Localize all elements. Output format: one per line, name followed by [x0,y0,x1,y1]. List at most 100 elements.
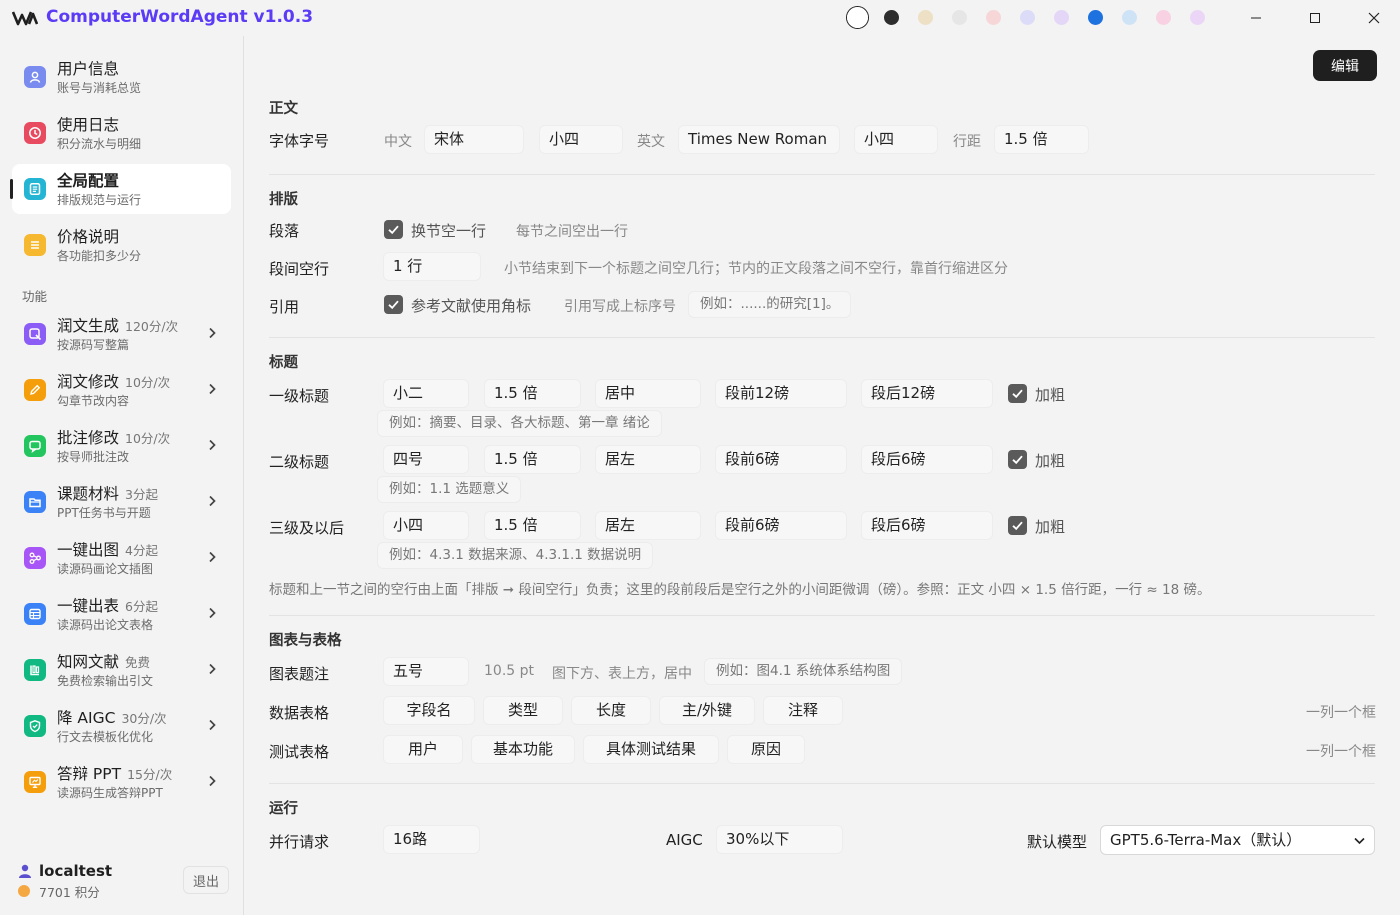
theme-swatch[interactable] [914,6,937,29]
sidebar-item-compose[interactable]: 润文生成 120分/次 按源码写整篇 [12,309,231,359]
heading-bold-checkbox[interactable] [1008,384,1027,403]
heading-size-field[interactable]: 小四 [383,511,469,540]
data-col-length[interactable]: 长度 [571,696,651,725]
data-col-type[interactable]: 类型 [483,696,563,725]
section-blank-label: 换节空一行 [411,222,487,240]
section-blank-checkbox[interactable] [384,220,403,239]
test-col-result[interactable]: 具体测试结果 [583,735,719,764]
table-icon [24,603,46,625]
heading-spacing-field[interactable]: 1.5 倍 [484,511,581,540]
sidebar-item-library[interactable]: 知网文献 免费 免费检索输出引文 [12,645,231,695]
chevron-right-icon [209,495,216,507]
sidebar-item-list[interactable]: 价格说明 各功能扣多少分 [12,220,231,270]
en-font-field[interactable]: Times New Roman [678,125,840,154]
user-points: 7701 积分 [39,885,100,900]
title-bar: ComputerWordAgent v1.0.3 [0,0,1400,36]
theme-swatch[interactable] [846,6,869,29]
zh-font-field[interactable]: 宋体 [424,125,524,154]
chevron-right-icon [209,551,216,563]
theme-swatch[interactable] [880,6,903,29]
heading-bold-checkbox[interactable] [1008,450,1027,469]
zh-size-field[interactable]: 小四 [539,125,623,154]
sidebar-item-title-text: 答辩 PPT [57,765,122,783]
citation-label: 引用 [269,298,300,316]
heading-before-field[interactable]: 段前6磅 [715,511,847,540]
sidebar-item-price: 10分/次 [125,431,171,446]
caption-pt: 10.5 pt [484,663,534,679]
heading-before-field[interactable]: 段前6磅 [715,445,847,474]
theme-swatch[interactable] [982,6,1005,29]
en-size-field[interactable]: 小四 [854,125,938,154]
data-col-field-name[interactable]: 字段名 [383,696,475,725]
gap-field[interactable]: 1 行 [383,252,481,281]
heading-bold-checkbox[interactable] [1008,516,1027,535]
minimize-button[interactable] [1233,0,1279,36]
presentation-icon [24,771,46,793]
heading-spacing-field[interactable]: 1.5 倍 [484,445,581,474]
close-button[interactable] [1351,0,1397,36]
edit-button[interactable]: 编辑 [1313,50,1377,81]
sidebar-item-shield[interactable]: 降 AIGC 30分/次 行文去模板化优化 [12,701,231,751]
sidebar-item-doc[interactable]: 全局配置 排版规范与运行 [10,164,231,214]
theme-swatch[interactable] [1016,6,1039,29]
heading-level-label: 二级标题 [269,453,330,471]
chevron-right-icon [209,439,216,451]
heading-after-field[interactable]: 段后6磅 [861,445,993,474]
maximize-button[interactable] [1292,0,1338,36]
swatch-color [884,10,899,25]
sidebar-item-diagram[interactable]: 一键出图 4分起 读源码画论文插图 [12,533,231,583]
parallel-field[interactable]: 16路 [383,825,480,854]
heading-align-field[interactable]: 居左 [595,445,701,474]
theme-swatch[interactable] [1084,6,1107,29]
sidebar-item-title-text: 润文修改 [57,373,120,391]
model-select[interactable]: GPT5.6-Terra-Max（默认） [1100,825,1375,855]
theme-swatch[interactable] [1050,6,1073,29]
theme-swatch[interactable] [948,6,971,29]
sidebar-item-comment[interactable]: 批注修改 10分/次 按导师批注改 [12,421,231,471]
sidebar-item-user[interactable]: 用户信息 账号与消耗总览 [12,52,231,102]
sidebar-item-subtitle: 账号与消耗总览 [57,81,142,95]
data-col-comment[interactable]: 注释 [763,696,843,725]
sidebar-item-folder[interactable]: 课题材料 3分起 PPT任务书与开题 [12,477,231,527]
logout-button[interactable]: 退出 [183,866,229,894]
user-name: localtest [39,862,113,880]
shield-icon [24,715,46,737]
test-col-user[interactable]: 用户 [383,735,463,764]
heading-align-field[interactable]: 居中 [595,379,701,408]
sidebar-item-table[interactable]: 一键出表 6分起 读源码出论文表格 [12,589,231,639]
data-table-hint: 一列一个框 [1306,705,1376,721]
gap-label: 段间空行 [269,260,330,278]
folder-icon [24,491,46,513]
section-title-body: 正文 [269,101,298,117]
caption-size-field[interactable]: 五号 [383,657,469,686]
heading-example: 例如：4.3.1 数据来源、4.3.1.1 数据说明 [377,542,654,569]
sidebar-item-clock[interactable]: 使用日志 积分流水与明细 [12,108,231,158]
heading-after-field[interactable]: 段后6磅 [861,511,993,540]
sidebar-item-presentation[interactable]: 答辩 PPT 15分/次 读源码生成答辩PPT [12,757,231,807]
heading-bold-label: 加粗 [1035,452,1066,470]
test-table-label: 测试表格 [269,743,330,761]
doc-icon [24,178,46,200]
heading-align-field[interactable]: 居左 [595,511,701,540]
data-col-key[interactable]: 主/外键 [659,696,755,725]
line-spacing-field[interactable]: 1.5 倍 [994,125,1089,154]
heading-spacing-field[interactable]: 1.5 倍 [484,379,581,408]
sidebar-item-subtitle: 读源码生成答辩PPT [57,786,163,800]
heading-size-field[interactable]: 小二 [383,379,469,408]
theme-swatch[interactable] [1118,6,1141,29]
theme-swatch[interactable] [1152,6,1175,29]
citation-checkbox[interactable] [384,295,403,314]
test-col-basic[interactable]: 基本功能 [471,735,575,764]
sidebar-item-pencil[interactable]: 润文修改 10分/次 勾章节改内容 [12,365,231,415]
sidebar-item-price: 3分起 [125,487,158,502]
active-indicator [10,179,13,199]
heading-before-field[interactable]: 段前12磅 [715,379,847,408]
sidebar-item-subtitle: PPT任务书与开题 [57,506,151,520]
heading-size-field[interactable]: 四号 [383,445,469,474]
heading-after-field[interactable]: 段后12磅 [861,379,993,408]
theme-swatch[interactable] [1186,6,1209,29]
aigc-field[interactable]: 30%以下 [716,825,843,854]
chevron-right-icon [209,327,216,339]
sidebar-item-title: 知网文献 免费 [57,652,150,673]
test-col-reason[interactable]: 原因 [727,735,805,764]
